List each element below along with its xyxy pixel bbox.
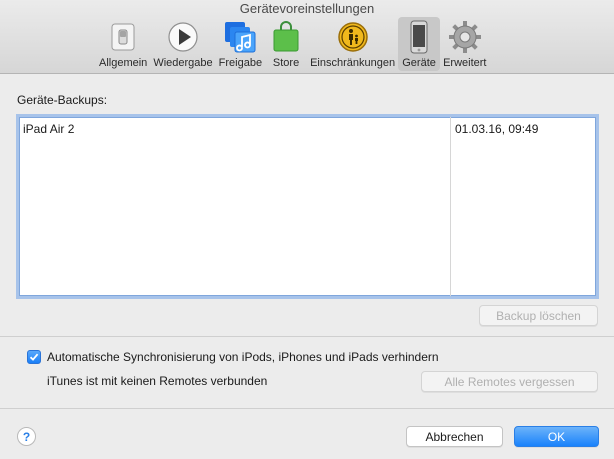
tab-label: Einschränkungen — [310, 57, 396, 69]
play-icon — [165, 19, 201, 55]
backup-date[interactable]: 01.03.16, 09:49 — [455, 122, 538, 136]
tab-label: Geräte — [402, 57, 436, 69]
tab-label: Wiedergabe — [153, 57, 213, 69]
tab-freigabe[interactable]: Freigabe — [216, 17, 265, 71]
tab-einschraenkungen[interactable]: Einschränkungen — [307, 17, 398, 71]
cancel-button[interactable]: Abbrechen — [406, 426, 503, 447]
window-titlebar: Gerätevoreinstellungen Allgemein Wiederg — [0, 0, 614, 74]
iphone-icon — [401, 19, 437, 55]
tab-allgemein[interactable]: Allgemein — [96, 17, 150, 71]
prevent-sync-checkbox[interactable] — [27, 350, 41, 364]
tab-store[interactable]: Store — [265, 17, 307, 71]
gear-icon — [447, 19, 483, 55]
help-button[interactable]: ? — [17, 427, 36, 446]
preferences-toolbar: Allgemein Wiedergabe Freigabe Store Eins… — [96, 17, 489, 73]
ok-button[interactable]: OK — [514, 426, 599, 447]
forget-remotes-button[interactable]: Alle Remotes vergessen — [421, 371, 598, 392]
shopping-bag-icon — [268, 19, 304, 55]
backup-device-name[interactable]: iPad Air 2 — [23, 122, 74, 136]
tab-label: Store — [272, 57, 300, 69]
parental-icon — [335, 19, 371, 55]
tab-label: Freigabe — [218, 57, 263, 69]
switch-icon — [105, 19, 141, 55]
music-sharing-icon — [222, 19, 258, 55]
delete-backup-button[interactable]: Backup löschen — [479, 305, 598, 326]
divider — [0, 336, 614, 337]
tab-label: Allgemein — [99, 57, 148, 69]
prevent-sync-label[interactable]: Automatische Synchronisierung von iPods,… — [47, 350, 439, 364]
backups-section-label: Geräte-Backups: — [17, 93, 108, 107]
backups-table[interactable]: iPad Air 2 01.03.16, 09:49 — [16, 114, 599, 299]
tab-label: Erweitert — [443, 57, 487, 69]
divider — [0, 408, 614, 409]
remotes-status-text: iTunes ist mit keinen Remotes verbunden — [47, 374, 268, 388]
tab-geraete[interactable]: Geräte — [398, 17, 441, 71]
tab-wiedergabe[interactable]: Wiedergabe — [150, 17, 215, 71]
window-title: Gerätevoreinstellungen — [239, 1, 375, 16]
checkmark-icon — [29, 353, 39, 361]
column-divider — [450, 117, 451, 296]
tab-erweitert[interactable]: Erweitert — [440, 17, 489, 71]
